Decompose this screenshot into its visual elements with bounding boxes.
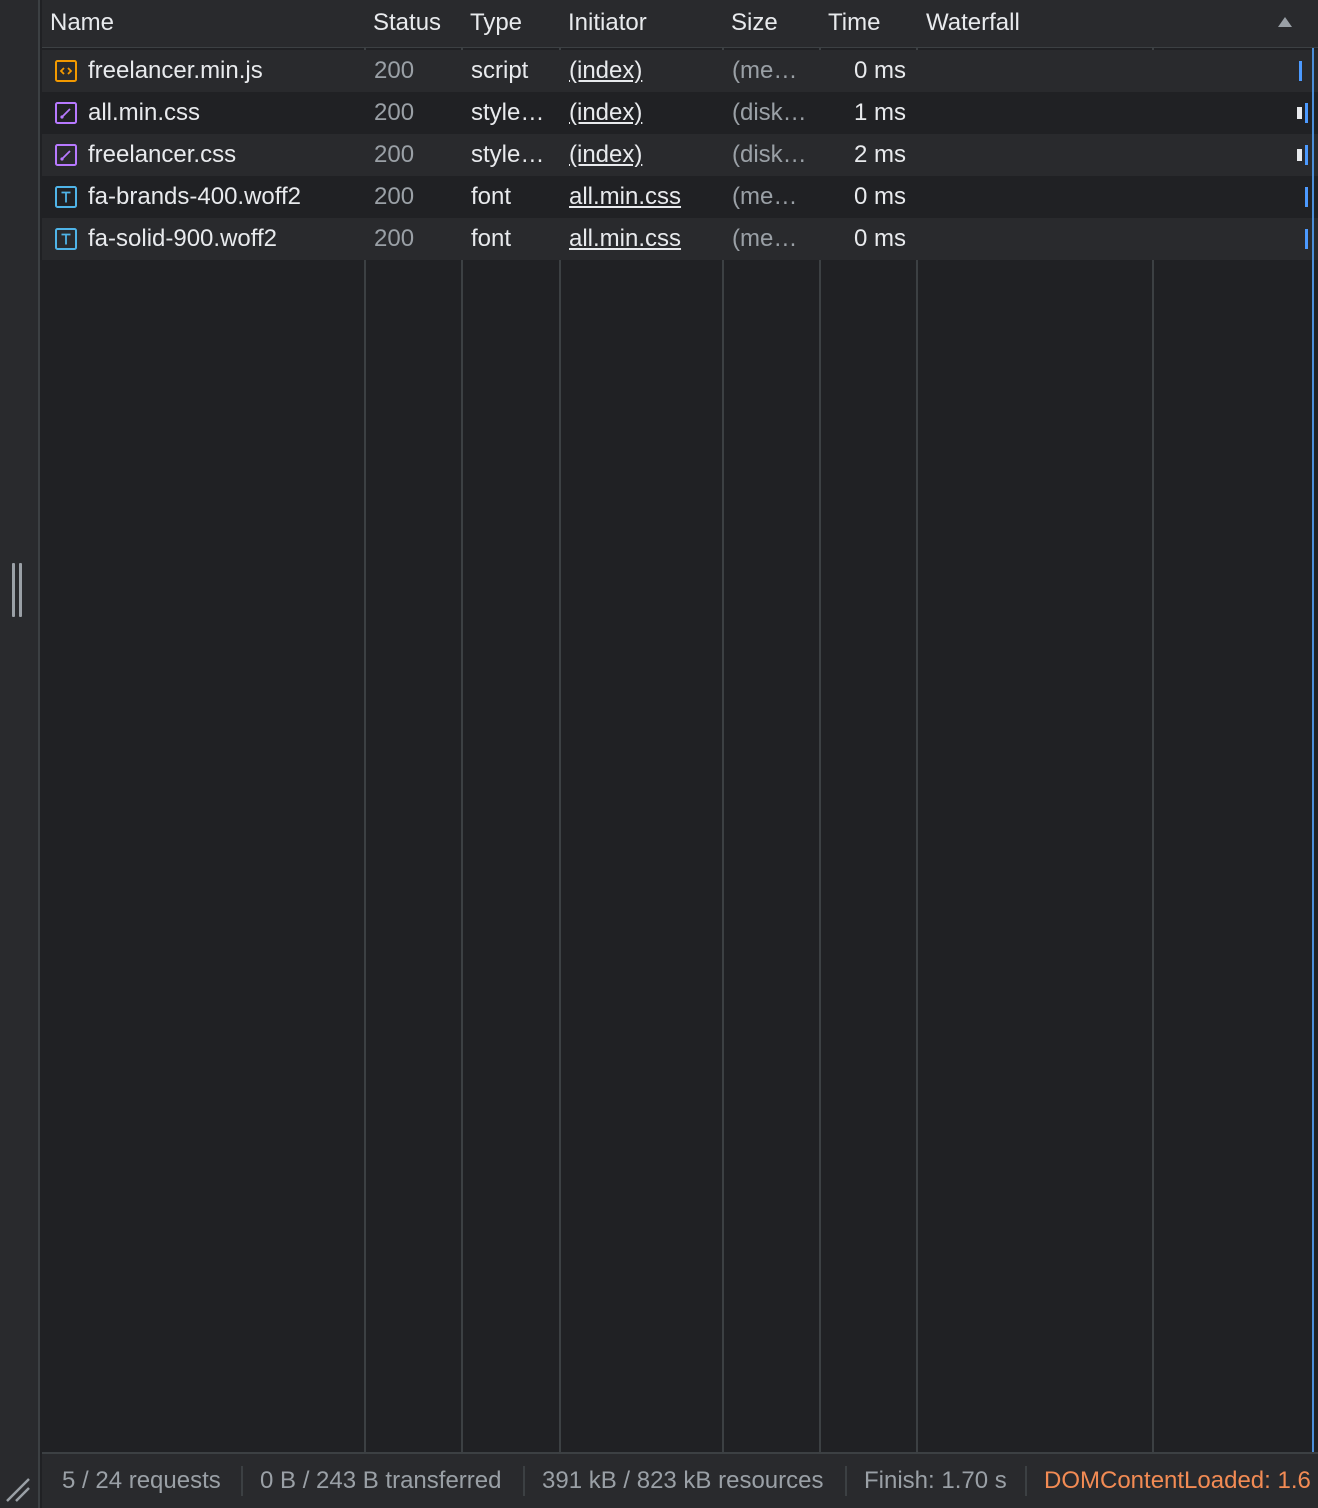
status-separator bbox=[845, 1466, 847, 1496]
size-cell: (me… bbox=[732, 57, 798, 84]
table-header: Name Status Type Initiator Size Time Wat… bbox=[42, 0, 1318, 48]
waterfall-bar bbox=[1305, 229, 1308, 249]
initiator-link[interactable]: (index) bbox=[560, 92, 722, 134]
table-row[interactable]: freelancer.css 200 style… (index) (disk…… bbox=[42, 134, 1318, 176]
time-cell: 0 ms bbox=[853, 57, 906, 84]
size-cell: (me… bbox=[732, 183, 798, 210]
type-cell: style… bbox=[471, 99, 545, 126]
requests-table: Name Status Type Initiator Size Time Wat… bbox=[42, 0, 1318, 1452]
table-row[interactable]: freelancer.min.js 200 script (index) (me… bbox=[42, 50, 1318, 92]
status-cell: 200 bbox=[374, 183, 415, 210]
status-separator bbox=[241, 1466, 243, 1496]
column-header-name[interactable]: Name bbox=[42, 0, 364, 47]
waterfall-cell bbox=[918, 218, 1318, 260]
time-cell: 0 ms bbox=[853, 183, 906, 210]
waterfall-bar bbox=[1305, 145, 1308, 165]
request-rows: freelancer.min.js 200 script (index) (me… bbox=[42, 50, 1318, 260]
transferred-size: 0 B / 243 B transferred bbox=[260, 1467, 502, 1494]
name-cell: all.min.css bbox=[42, 92, 364, 134]
dom-content-loaded-marker bbox=[1312, 48, 1314, 1452]
type-cell: font bbox=[471, 183, 512, 210]
resize-corner-icon[interactable] bbox=[4, 1476, 32, 1504]
table-row[interactable]: fa-brands-400.woff2 200 font all.min.css… bbox=[42, 176, 1318, 218]
size-cell: (me… bbox=[732, 225, 798, 252]
dom-content-loaded-time: DOMContentLoaded: 1.6 bbox=[1044, 1467, 1311, 1494]
size-cell: (disk… bbox=[732, 99, 807, 126]
left-gutter bbox=[0, 0, 40, 1508]
type-cell: font bbox=[471, 225, 512, 252]
status-separator bbox=[1025, 1466, 1027, 1496]
table-row[interactable]: all.min.css 200 style… (index) (disk… 1 … bbox=[42, 92, 1318, 134]
time-cell: 2 ms bbox=[853, 141, 906, 168]
waterfall-bar bbox=[1299, 61, 1302, 81]
name-cell: freelancer.css bbox=[42, 134, 364, 176]
script-icon bbox=[55, 60, 77, 82]
stylesheet-icon bbox=[55, 102, 77, 124]
request-name: all.min.css bbox=[88, 99, 201, 126]
status-separator bbox=[523, 1466, 525, 1496]
request-name: freelancer.min.js bbox=[88, 57, 263, 84]
size-cell: (disk… bbox=[732, 141, 807, 168]
status-cell: 200 bbox=[374, 99, 415, 126]
initiator-link[interactable]: all.min.css bbox=[560, 218, 722, 260]
name-cell: fa-brands-400.woff2 bbox=[42, 176, 364, 218]
waterfall-bar bbox=[1305, 187, 1308, 207]
requests-count: 5 / 24 requests bbox=[62, 1467, 221, 1494]
table-row[interactable]: fa-solid-900.woff2 200 font all.min.css … bbox=[42, 218, 1318, 260]
initiator-link[interactable]: all.min.css bbox=[560, 176, 722, 218]
time-cell: 0 ms bbox=[853, 225, 906, 252]
waterfall-bar bbox=[1305, 103, 1308, 123]
finish-time: Finish: 1.70 s bbox=[864, 1467, 1007, 1494]
sort-ascending-icon bbox=[1278, 17, 1292, 27]
column-header-status[interactable]: Status bbox=[365, 0, 461, 47]
waterfall-header-label: Waterfall bbox=[926, 9, 1020, 36]
waterfall-cell bbox=[918, 50, 1318, 92]
font-icon bbox=[55, 228, 77, 250]
initiator-link[interactable]: (index) bbox=[560, 134, 722, 176]
summary-status-bar: 5 / 24 requests 0 B / 243 B transferred … bbox=[42, 1452, 1318, 1508]
column-header-size[interactable]: Size bbox=[723, 0, 819, 47]
resources-size: 391 kB / 823 kB resources bbox=[542, 1467, 824, 1494]
panel-resize-handle[interactable] bbox=[12, 563, 24, 619]
status-cell: 200 bbox=[374, 141, 415, 168]
waterfall-cell bbox=[918, 176, 1318, 218]
initiator-link[interactable]: (index) bbox=[560, 50, 722, 92]
stylesheet-icon bbox=[55, 144, 77, 166]
name-cell: freelancer.min.js bbox=[42, 50, 364, 92]
network-panel: Name Status Type Initiator Size Time Wat… bbox=[0, 0, 1318, 1508]
type-cell: script bbox=[471, 57, 529, 84]
waterfall-wait-bar bbox=[1297, 149, 1302, 161]
font-icon bbox=[55, 186, 77, 208]
request-name: fa-solid-900.woff2 bbox=[88, 225, 277, 252]
waterfall-cell bbox=[918, 92, 1318, 134]
column-header-type[interactable]: Type bbox=[462, 0, 559, 47]
status-cell: 200 bbox=[374, 225, 415, 252]
status-cell: 200 bbox=[374, 57, 415, 84]
request-name: freelancer.css bbox=[88, 141, 237, 168]
request-name: fa-brands-400.woff2 bbox=[88, 183, 302, 210]
waterfall-cell bbox=[918, 134, 1318, 176]
column-header-initiator[interactable]: Initiator bbox=[560, 0, 722, 47]
waterfall-wait-bar bbox=[1297, 107, 1302, 119]
column-header-time[interactable]: Time bbox=[820, 0, 916, 47]
name-cell: fa-solid-900.woff2 bbox=[42, 218, 364, 260]
time-cell: 1 ms bbox=[853, 99, 906, 126]
type-cell: style… bbox=[471, 141, 545, 168]
column-header-waterfall[interactable]: Waterfall bbox=[918, 0, 1318, 47]
